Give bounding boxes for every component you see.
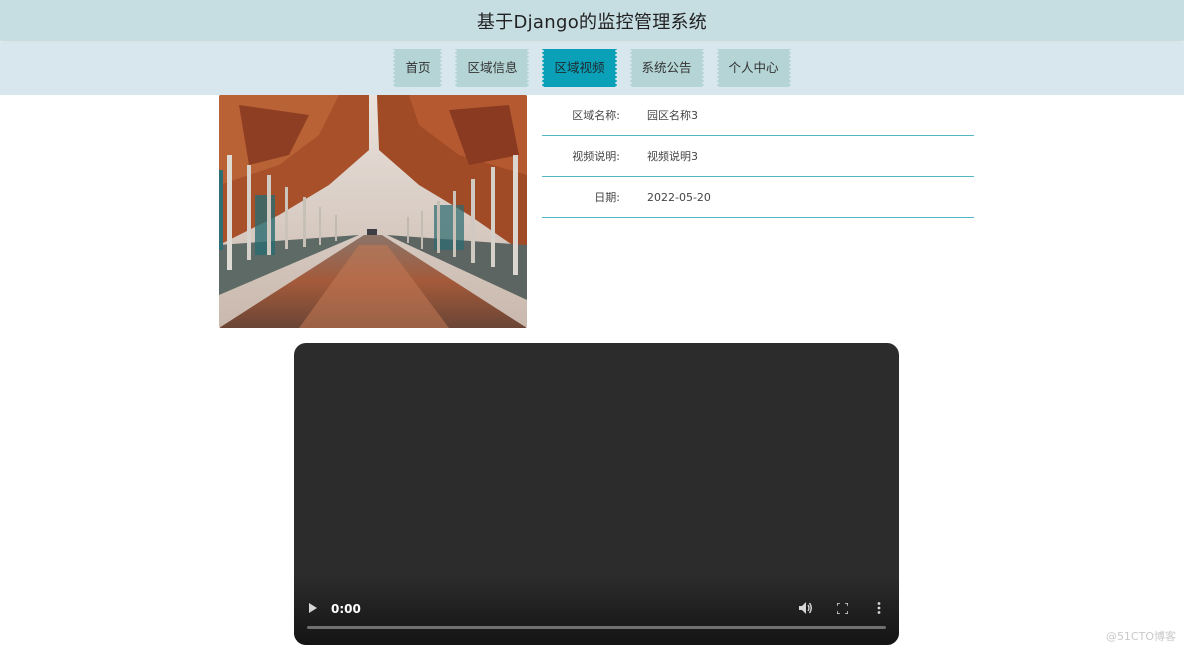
nav-item-area-video[interactable]: 区域视频 (541, 49, 618, 87)
fullscreen-icon[interactable] (837, 603, 848, 614)
detail-row-area-name: 区域名称: 园区名称3 (542, 95, 974, 136)
area-detail: 区域名称: 园区名称3 视频说明: 视频说明3 日期: 2022-05-20 (542, 95, 974, 218)
more-options-icon[interactable] (877, 602, 881, 614)
page: 基于Django的监控管理系统 首页 区域信息 区域视频 系统公告 个人中心 区… (0, 0, 1184, 651)
watermark: @51CTO博客 (1105, 630, 1176, 643)
detail-value: 2022-05-20 (647, 190, 711, 204)
nav-item-announcements[interactable]: 系统公告 (628, 49, 705, 87)
play-icon[interactable] (308, 603, 318, 613)
detail-value: 视频说明3 (647, 150, 698, 163)
nav-item-home[interactable]: 首页 (392, 49, 444, 87)
detail-label: 视频说明: (572, 150, 620, 163)
video-player[interactable]: 0:00 (294, 343, 899, 645)
detail-label: 区域名称: (572, 109, 620, 122)
detail-value: 园区名称3 (647, 109, 698, 122)
video-progress-bar[interactable] (307, 626, 886, 629)
detail-row-video-description: 视频说明: 视频说明3 (542, 136, 974, 177)
nav-item-personal-center[interactable]: 个人中心 (715, 49, 792, 87)
volume-icon[interactable] (799, 602, 813, 614)
site-title: 基于Django的监控管理系统 (476, 11, 708, 33)
main-nav: 首页 区域信息 区域视频 系统公告 个人中心 (0, 42, 1184, 95)
detail-label: 日期: (594, 191, 620, 204)
area-photo-image (219, 95, 527, 328)
detail-row-date: 日期: 2022-05-20 (542, 177, 974, 218)
area-photo (219, 95, 527, 328)
site-header: 基于Django的监控管理系统 (0, 0, 1184, 41)
nav-item-area-info[interactable]: 区域信息 (454, 49, 531, 87)
video-time: 0:00 (331, 602, 361, 616)
